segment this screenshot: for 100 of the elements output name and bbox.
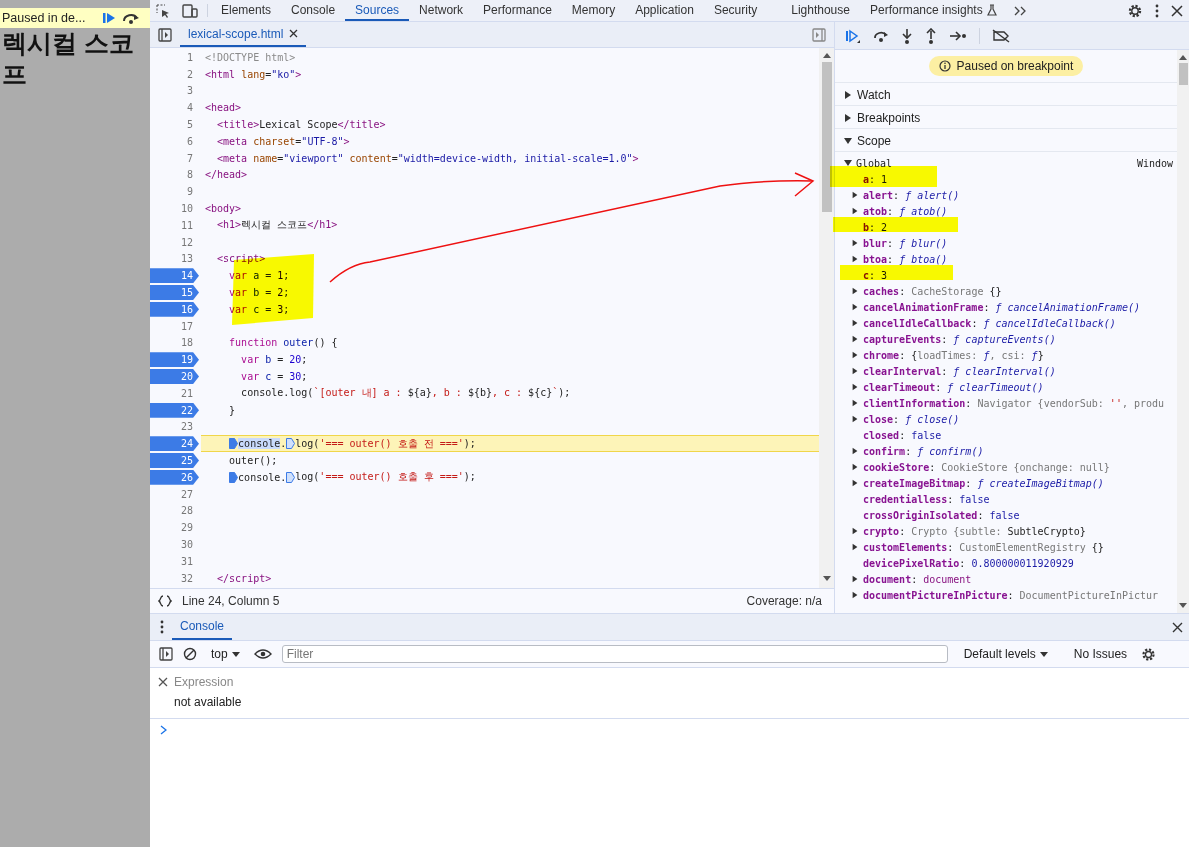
panel-tab[interactable]: Memory [561, 0, 626, 21]
log-levels-dropdown[interactable]: Default levels [959, 647, 1052, 661]
line-number[interactable]: 9 [150, 184, 199, 200]
scope-property[interactable]: b: 2 [863, 221, 888, 233]
line-number[interactable]: 10 [150, 201, 199, 217]
line-number[interactable]: 31 [150, 553, 199, 569]
expand-triangle-icon[interactable] [851, 415, 859, 423]
line-number[interactable]: 12 [150, 234, 199, 250]
line-number[interactable]: 11 [150, 217, 199, 233]
expand-triangle-icon[interactable] [851, 335, 859, 343]
settings-icon[interactable] [1127, 2, 1143, 19]
section-header[interactable]: Watch [835, 83, 1177, 106]
expand-triangle-icon[interactable] [851, 383, 859, 391]
line-number[interactable]: 2 [150, 66, 199, 82]
expand-triangle-icon[interactable] [851, 303, 859, 311]
scrollbar[interactable] [1177, 50, 1189, 613]
close-icon[interactable] [1172, 621, 1183, 633]
scope-property[interactable]: createImageBitmap: ƒ createImageBitmap() [863, 477, 1104, 489]
scope-property[interactable]: cancelIdleCallback: ƒ cancelIdleCallback() [863, 317, 1116, 329]
prompt-icon[interactable] [160, 725, 167, 735]
inline-breakpoint-icon[interactable] [286, 438, 296, 450]
section-header[interactable]: Breakpoints [835, 106, 1177, 129]
scope-property[interactable]: confirm: ƒ confirm() [863, 445, 984, 457]
line-number[interactable]: 29 [150, 520, 199, 536]
expand-triangle-icon[interactable] [851, 447, 859, 455]
expand-triangle-icon[interactable] [851, 399, 859, 407]
filter-field[interactable]: Filter [281, 645, 948, 663]
sidebar-toggle-icon[interactable] [158, 27, 172, 42]
inspect-icon[interactable] [156, 3, 170, 18]
scope-property[interactable]: clientInformation: Navigator {vendorSub: '', produ [863, 397, 1165, 409]
line-number[interactable]: 23 [150, 419, 199, 435]
scope-property[interactable]: crypto: Crypto {subtle: SubtleCrypto} [863, 525, 1086, 537]
scope-property[interactable]: credentialless: false [863, 493, 990, 505]
step-into-icon[interactable] [901, 27, 913, 44]
line-number[interactable]: 17 [150, 318, 199, 334]
line-number[interactable]: 27 [150, 486, 199, 502]
expand-triangle-icon[interactable] [851, 463, 859, 471]
collapse-triangle-icon[interactable] [843, 135, 853, 146]
sidebar-toggle-icon[interactable] [812, 27, 826, 42]
scope-property[interactable]: clearTimeout: ƒ clearTimeout() [863, 381, 1044, 393]
line-number[interactable]: 18 [150, 335, 199, 351]
line-number[interactable]: 13 [150, 251, 199, 267]
breakpoint-marker[interactable]: 26 [150, 469, 199, 485]
expand-triangle-icon[interactable] [851, 319, 859, 327]
scroll-up-icon[interactable] [1179, 54, 1187, 60]
inline-breakpoint-icon[interactable] [286, 471, 296, 483]
step-over-icon[interactable] [121, 11, 141, 25]
pretty-print-icon[interactable] [158, 595, 172, 607]
scope-property[interactable]: clearInterval: ƒ clearInterval() [863, 365, 1056, 377]
expand-triangle-icon[interactable] [851, 255, 859, 263]
step-out-icon[interactable] [925, 27, 937, 44]
more-options-icon[interactable] [1155, 3, 1159, 18]
panel-tab[interactable]: Console [281, 0, 346, 21]
expand-triangle-icon[interactable] [851, 479, 859, 487]
settings-icon[interactable] [1141, 646, 1157, 662]
panel-tab[interactable]: Performance insights [859, 0, 1007, 21]
resume-icon[interactable] [845, 28, 861, 43]
close-icon[interactable] [289, 29, 299, 38]
scope-property[interactable]: atob: ƒ atob() [863, 205, 948, 217]
scope-property[interactable]: cancelAnimationFrame: ƒ cancelAnimationFrame() [863, 301, 1140, 313]
eye-icon[interactable] [253, 648, 272, 660]
inline-breakpoint-icon[interactable] [229, 471, 239, 483]
collapse-triangle-icon[interactable] [843, 158, 853, 168]
panel-tab[interactable]: Security [703, 0, 768, 21]
breakpoint-marker[interactable]: 24 [150, 436, 199, 452]
breakpoint-marker[interactable]: 22 [150, 402, 199, 418]
panel-tab[interactable]: Lighthouse [781, 0, 860, 21]
breakpoint-marker[interactable]: 16 [150, 301, 199, 317]
scope-property[interactable]: documentPictureInPicture: DocumentPictureInPictur [863, 589, 1159, 601]
panel-tab[interactable]: Elements [211, 0, 282, 21]
scope-tree-item[interactable]: Global Window [835, 155, 1177, 171]
device-toolbar-icon[interactable] [182, 3, 198, 18]
scope-property[interactable]: btoa: ƒ btoa() [863, 253, 948, 265]
breakpoint-marker[interactable]: 14 [150, 268, 199, 284]
breakpoint-marker[interactable]: 15 [150, 285, 199, 301]
expand-triangle-icon[interactable] [843, 112, 853, 123]
scroll-down-icon[interactable] [822, 576, 831, 582]
expand-triangle-icon[interactable] [851, 591, 859, 599]
context-dropdown[interactable]: top [207, 647, 244, 661]
expand-triangle-icon[interactable] [851, 543, 859, 551]
expand-triangle-icon[interactable] [851, 367, 859, 375]
close-icon[interactable] [1171, 4, 1183, 17]
scope-property[interactable]: alert: ƒ alert() [863, 189, 960, 201]
scope-property[interactable]: devicePixelRatio: 0.800000011920929 [863, 557, 1074, 569]
scope-property[interactable]: a: 1 [863, 173, 888, 185]
deactivate-breakpoints-icon[interactable] [992, 28, 1010, 43]
line-number[interactable]: 6 [150, 133, 199, 149]
breakpoint-marker[interactable]: 25 [150, 453, 199, 468]
section-header[interactable]: Scope [835, 129, 1177, 152]
panel-tab[interactable]: Performance [473, 0, 562, 21]
line-number[interactable]: 28 [150, 503, 199, 519]
step-icon[interactable] [949, 29, 967, 42]
scrollbar[interactable] [819, 48, 834, 588]
line-number[interactable]: 4 [150, 100, 199, 116]
line-number[interactable]: 32 [150, 570, 199, 586]
expand-triangle-icon[interactable] [851, 207, 859, 215]
expression-placeholder[interactable]: Expression [174, 675, 234, 689]
expand-triangle-icon[interactable] [851, 351, 859, 359]
breakpoint-marker[interactable]: 19 [150, 352, 199, 368]
file-tab[interactable]: lexical-scope.html [180, 22, 307, 47]
